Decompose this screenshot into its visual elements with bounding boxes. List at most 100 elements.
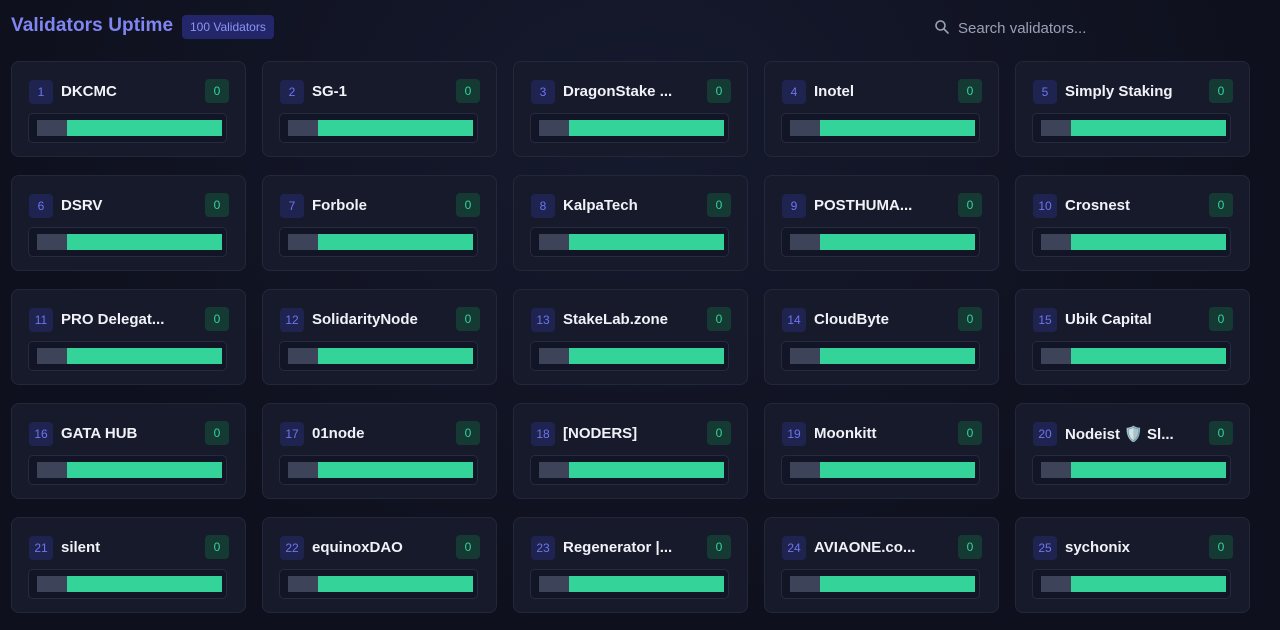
validator-card[interactable]: 4 Inotel 0 bbox=[764, 61, 999, 157]
validator-card[interactable]: 9 POSTHUMA... 0 bbox=[764, 175, 999, 271]
validator-rank: 8 bbox=[531, 194, 555, 218]
validator-card[interactable]: 16 GATA HUB 0 bbox=[11, 403, 246, 499]
uptime-bar-track bbox=[37, 120, 222, 136]
validator-rank: 22 bbox=[280, 536, 304, 560]
uptime-bar-track bbox=[37, 348, 222, 364]
missed-blocks-badge: 0 bbox=[456, 421, 480, 445]
validator-card[interactable]: 19 Moonkitt 0 bbox=[764, 403, 999, 499]
missed-blocks-badge: 0 bbox=[205, 307, 229, 331]
uptime-segment-missed bbox=[1041, 348, 1071, 364]
validator-card[interactable]: 10 Crosnest 0 bbox=[1015, 175, 1250, 271]
validator-rank: 2 bbox=[280, 80, 304, 104]
missed-blocks-badge: 0 bbox=[205, 79, 229, 103]
validator-card[interactable]: 20 Nodeist 🛡️ Sl... 0 bbox=[1015, 403, 1250, 499]
uptime-segment-signed bbox=[318, 576, 473, 592]
uptime-segment-signed bbox=[67, 462, 222, 478]
uptime-bar-track bbox=[288, 234, 473, 250]
validator-rank: 16 bbox=[29, 422, 53, 446]
validator-card[interactable]: 25 sychonix 0 bbox=[1015, 517, 1250, 613]
uptime-bar bbox=[1032, 455, 1231, 485]
uptime-segment-missed bbox=[539, 120, 569, 136]
uptime-bar-track bbox=[1041, 462, 1226, 478]
validator-name: DKCMC bbox=[61, 83, 117, 100]
validator-card[interactable]: 14 CloudByte 0 bbox=[764, 289, 999, 385]
page-title: Validators Uptime bbox=[11, 15, 174, 36]
uptime-segment-signed bbox=[1071, 234, 1226, 250]
uptime-segment-missed bbox=[539, 348, 569, 364]
uptime-bar-track bbox=[1041, 348, 1226, 364]
validator-card[interactable]: 13 StakeLab.zone 0 bbox=[513, 289, 748, 385]
validator-card[interactable]: 3 DragonStake ... 0 bbox=[513, 61, 748, 157]
uptime-bar-track bbox=[37, 234, 222, 250]
uptime-segment-missed bbox=[1041, 576, 1071, 592]
validator-name: DSRV bbox=[61, 197, 103, 214]
uptime-bar bbox=[1032, 569, 1231, 599]
uptime-segment-signed bbox=[569, 234, 724, 250]
uptime-bar-track bbox=[288, 120, 473, 136]
search-input[interactable] bbox=[956, 16, 1160, 40]
uptime-bar-track bbox=[288, 348, 473, 364]
uptime-bar-track bbox=[288, 576, 473, 592]
validator-name: [NODERS] bbox=[563, 425, 638, 442]
missed-blocks-badge: 0 bbox=[958, 307, 982, 331]
validator-card[interactable]: 11 PRO Delegat... 0 bbox=[11, 289, 246, 385]
uptime-segment-signed bbox=[820, 120, 975, 136]
uptime-bar bbox=[279, 113, 478, 143]
uptime-bar bbox=[530, 569, 729, 599]
validator-count-badge: 100 Validators bbox=[182, 15, 274, 39]
uptime-segment-signed bbox=[569, 462, 724, 478]
missed-blocks-badge: 0 bbox=[707, 193, 731, 217]
validator-card[interactable]: 17 01node 0 bbox=[262, 403, 497, 499]
uptime-segment-missed bbox=[539, 234, 569, 250]
validator-card[interactable]: 18 [NODERS] 0 bbox=[513, 403, 748, 499]
validator-card[interactable]: 5 Simply Staking 0 bbox=[1015, 61, 1250, 157]
validator-card[interactable]: 15 Ubik Capital 0 bbox=[1015, 289, 1250, 385]
missed-blocks-badge: 0 bbox=[205, 193, 229, 217]
validator-card[interactable]: 12 SolidarityNode 0 bbox=[262, 289, 497, 385]
validator-card[interactable]: 22 equinoxDAO 0 bbox=[262, 517, 497, 613]
validator-name: GATA HUB bbox=[61, 425, 138, 442]
uptime-bar-track bbox=[539, 576, 724, 592]
validator-card[interactable]: 24 AVIAONE.co... 0 bbox=[764, 517, 999, 613]
validator-name: Nodeist 🛡️ Sl... bbox=[1065, 426, 1174, 443]
validator-rank: 1 bbox=[29, 80, 53, 104]
uptime-bar-track bbox=[539, 348, 724, 364]
validator-rank: 7 bbox=[280, 194, 304, 218]
validator-rank: 9 bbox=[782, 194, 806, 218]
validator-name: KalpaTech bbox=[563, 197, 638, 214]
validator-name: sychonix bbox=[1065, 539, 1131, 556]
validator-rank: 10 bbox=[1033, 194, 1057, 218]
validator-rank: 3 bbox=[531, 80, 555, 104]
search-box[interactable] bbox=[926, 12, 1166, 42]
uptime-bar bbox=[28, 569, 227, 599]
validator-rank: 23 bbox=[531, 536, 555, 560]
validator-rank: 21 bbox=[29, 536, 53, 560]
validator-card[interactable]: 1 DKCMC 0 bbox=[11, 61, 246, 157]
uptime-segment-missed bbox=[37, 576, 67, 592]
validator-rank: 5 bbox=[1033, 80, 1057, 104]
validator-card[interactable]: 2 SG-1 0 bbox=[262, 61, 497, 157]
missed-blocks-badge: 0 bbox=[707, 307, 731, 331]
uptime-bar bbox=[279, 455, 478, 485]
validator-card[interactable]: 6 DSRV 0 bbox=[11, 175, 246, 271]
validator-name: Simply Staking bbox=[1065, 83, 1173, 100]
validator-name: Ubik Capital bbox=[1065, 311, 1152, 328]
uptime-segment-signed bbox=[569, 348, 724, 364]
missed-blocks-badge: 0 bbox=[205, 421, 229, 445]
validator-card[interactable]: 7 Forbole 0 bbox=[262, 175, 497, 271]
validator-rank: 18 bbox=[531, 422, 555, 446]
missed-blocks-badge: 0 bbox=[707, 79, 731, 103]
validator-card[interactable]: 8 KalpaTech 0 bbox=[513, 175, 748, 271]
missed-blocks-badge: 0 bbox=[958, 79, 982, 103]
uptime-bar-track bbox=[288, 462, 473, 478]
validator-card[interactable]: 21 silent 0 bbox=[11, 517, 246, 613]
uptime-bar bbox=[781, 341, 980, 371]
validator-card[interactable]: 23 Regenerator |... 0 bbox=[513, 517, 748, 613]
page-header: Validators Uptime 100 Validators bbox=[0, 0, 1280, 54]
uptime-bar bbox=[781, 569, 980, 599]
missed-blocks-badge: 0 bbox=[1209, 193, 1233, 217]
uptime-bar bbox=[1032, 227, 1231, 257]
validator-rank: 25 bbox=[1033, 536, 1057, 560]
validator-name: silent bbox=[61, 539, 101, 556]
validator-grid: 1 DKCMC 0 2 SG-1 0 3 DragonStake ... 0 4… bbox=[11, 61, 1250, 613]
